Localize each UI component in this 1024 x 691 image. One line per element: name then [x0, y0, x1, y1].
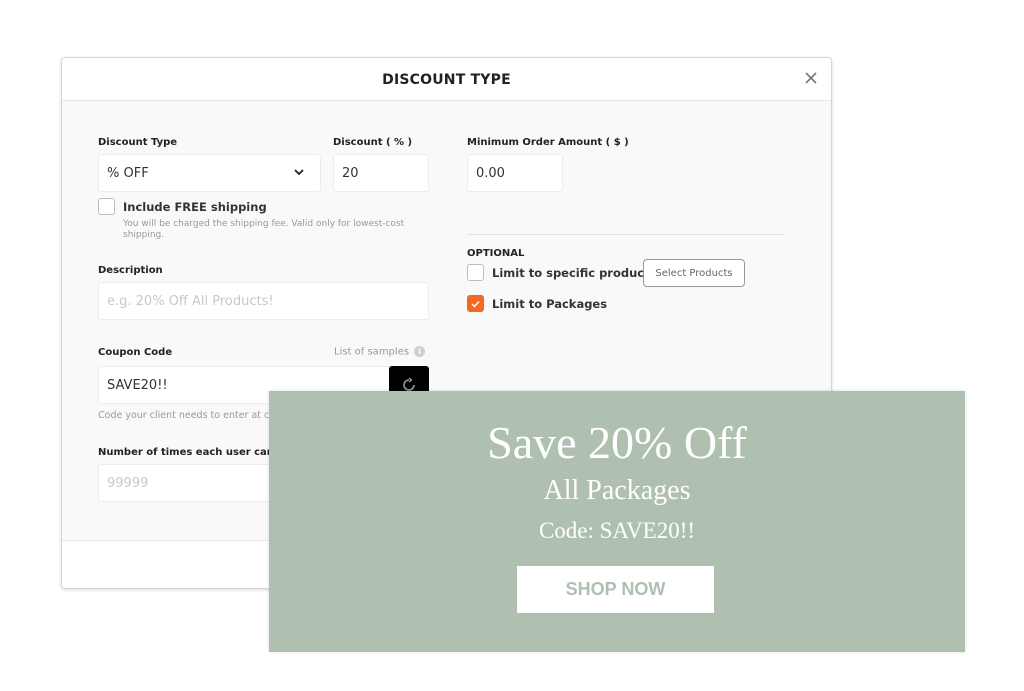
min-order-input[interactable]: 0.00 [467, 154, 563, 192]
limit-products-label: Limit to specific products [492, 266, 657, 280]
description-input[interactable]: e.g. 20% Off All Products! [98, 282, 429, 320]
limit-products-checkbox[interactable] [467, 264, 484, 281]
chevron-down-icon [294, 169, 304, 176]
discount-percent-label: Discount ( % ) [333, 137, 413, 148]
modal-header: DISCOUNT TYPE [62, 58, 831, 101]
uses-per-user-placeholder: 99999 [107, 475, 149, 491]
list-of-samples-text: List of samples [334, 346, 410, 358]
discount-type-label: Discount Type [98, 137, 178, 148]
limit-packages-label: Limit to Packages [492, 297, 608, 311]
coupon-code-value: SAVE20!! [107, 377, 168, 393]
close-icon[interactable] [803, 70, 819, 86]
coupon-code-label: Coupon Code [98, 347, 173, 358]
limit-packages-checkbox[interactable] [467, 295, 484, 312]
description-placeholder: e.g. 20% Off All Products! [107, 293, 274, 309]
shop-now-button[interactable]: SHOP NOW [517, 566, 714, 613]
free-shipping-checkbox[interactable] [98, 198, 115, 215]
coupon-code-hint: Code your client needs to enter at c [98, 410, 270, 421]
modal-title: DISCOUNT TYPE [382, 72, 511, 88]
discount-type-value: % OFF [107, 165, 149, 181]
uses-per-user-label: Number of times each user can use [98, 447, 298, 458]
discount-percent-value: 20 [342, 165, 359, 181]
optional-heading: OPTIONAL [467, 248, 525, 259]
discount-type-select[interactable]: % OFF [98, 154, 321, 192]
banner-code: Code: SAVE20!! [538, 518, 696, 543]
select-products-button[interactable]: Select Products [643, 259, 745, 287]
free-shipping-hint: You will be charged the shipping fee. Va… [123, 219, 404, 241]
min-order-label: Minimum Order Amount ( $ ) [467, 137, 629, 148]
banner-title: Save 20% Off [487, 417, 747, 468]
free-shipping-hint-line2: shipping. [123, 230, 165, 240]
discount-percent-input[interactable]: 20 [333, 154, 429, 192]
info-icon[interactable]: i [414, 346, 426, 357]
list-of-samples-link[interactable]: List of samples i [334, 346, 426, 358]
min-order-value: 0.00 [476, 165, 505, 181]
banner-subtitle: All Packages [543, 475, 691, 506]
free-shipping-label: Include FREE shipping [123, 200, 267, 214]
check-icon [471, 300, 480, 308]
section-divider [467, 234, 785, 235]
description-label: Description [98, 265, 163, 276]
promo-banner: Save 20% Off All Packages Code: SAVE20!!… [269, 391, 965, 652]
free-shipping-hint-line1: You will be charged the shipping fee. Va… [123, 219, 405, 229]
